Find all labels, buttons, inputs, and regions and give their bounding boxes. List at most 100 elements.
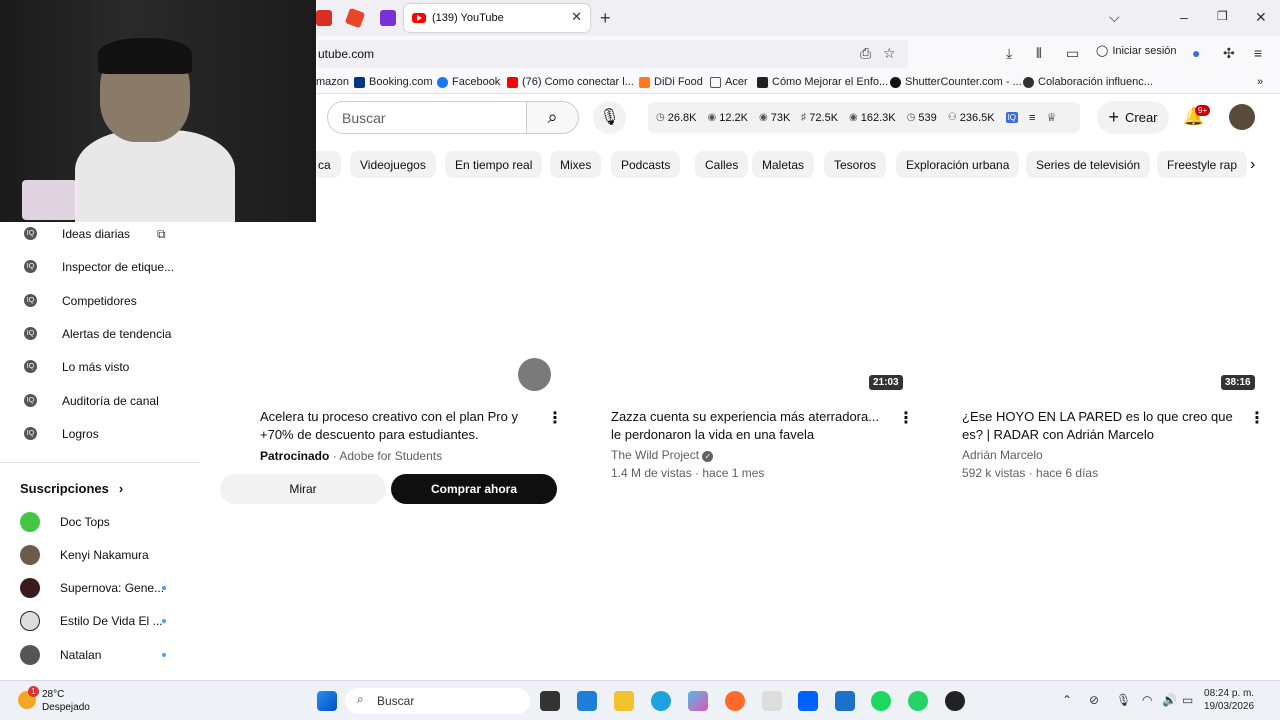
subscription-item[interactable]: Estilo De Vida El ... <box>0 605 200 635</box>
battery-icon[interactable]: ▭ <box>1182 693 1193 707</box>
chip[interactable]: Videojuegos <box>350 151 436 178</box>
sidebar-item-competitors[interactable]: IQ Competidores <box>0 284 200 317</box>
task-view-icon[interactable] <box>540 691 560 711</box>
chip[interactable]: En tiempo real <box>445 151 543 178</box>
spotify-icon[interactable] <box>871 691 891 711</box>
dropbox-icon[interactable] <box>798 691 818 711</box>
bookmark-booking[interactable]: Booking.com <box>354 76 433 88</box>
maximize-button[interactable]: ❐ <box>1217 9 1228 23</box>
sidebar-item-inspector[interactable]: IQ Inspector de etique... <box>0 250 200 283</box>
chip[interactable]: Freestyle rap <box>1157 151 1248 178</box>
chip[interactable]: Mixes <box>550 151 602 178</box>
video-meta: 592 k vistas · hace 6 días <box>962 466 1099 480</box>
bookmark-amazon[interactable]: mazon <box>316 76 349 88</box>
taskbar-search[interactable]: ⌕ Buscar <box>345 688 530 714</box>
create-button[interactable]: + Crear <box>1097 101 1169 134</box>
chip[interactable]: Podcasts <box>611 151 681 178</box>
whatsapp-icon[interactable] <box>908 691 928 711</box>
advertiser-name[interactable]: · Adobe for Students <box>333 449 442 463</box>
more-options-icon[interactable]: ⋮ <box>898 408 914 428</box>
new-tab-button[interactable]: + <box>600 8 611 29</box>
video-title[interactable]: ¿Ese HOYO EN LA PARED es lo que creo que… <box>962 408 1247 444</box>
sign-in-button[interactable]: ◯ Iniciar sesión <box>1096 44 1177 58</box>
bookmark-star-icon[interactable]: ☆ <box>883 45 896 62</box>
more-bookmarks-icon[interactable]: » <box>1257 76 1263 88</box>
gmail-pinned-tab[interactable] <box>316 10 332 26</box>
sidebar-item-achievements[interactable]: IQ Logros <box>0 417 200 450</box>
sidebar-icon[interactable]: ▭ <box>1066 45 1079 62</box>
downloads-icon[interactable]: ⤓ <box>1006 45 1012 62</box>
bookmark-colaboracion[interactable]: Colaboración influenc... <box>1023 76 1153 88</box>
minimize-button[interactable]: – <box>1180 9 1188 25</box>
chip[interactable]: Maletas <box>752 151 815 178</box>
window-close-button[interactable]: ✕ <box>1255 9 1267 26</box>
search-button[interactable]: ⌕ <box>527 101 579 134</box>
sidebar-item-channel-audit[interactable]: IQ Auditoría de canal <box>0 384 200 417</box>
subscription-item[interactable]: Kenyi Nakamura <box>0 539 200 569</box>
chip[interactable]: Series de televisión <box>1026 151 1151 178</box>
subscription-item[interactable]: Doc Tops <box>0 506 200 536</box>
sidebar-item-trend-alerts[interactable]: IQ Alertas de tendencia <box>0 317 200 350</box>
chip[interactable]: ca <box>316 151 341 178</box>
file-explorer-icon[interactable] <box>614 691 634 711</box>
tab-youtube[interactable]: (139) YouTube ✕ <box>404 4 590 32</box>
menu-icon[interactable]: ≡ <box>1254 45 1262 61</box>
bookmark-facebook[interactable]: Facebook <box>437 76 500 88</box>
amazon-icon[interactable] <box>762 691 782 711</box>
pinned-tab[interactable] <box>344 7 366 29</box>
windows-start-icon[interactable] <box>317 691 337 711</box>
bookmark-shuttercounter[interactable]: ShutterCounter.com - ... <box>890 76 1022 88</box>
youtube-icon <box>412 13 426 23</box>
stat-item: ◉ 73K <box>759 112 790 124</box>
bookmark-acer[interactable]: Acer <box>710 76 748 88</box>
buy-now-button[interactable]: Comprar ahora <box>391 474 557 504</box>
close-tab-icon[interactable]: ✕ <box>571 9 582 25</box>
search-input[interactable]: Buscar <box>327 101 527 134</box>
extension-icon[interactable]: IQ <box>1005 112 1019 123</box>
reader-icon[interactable]: ⎙ <box>860 45 871 62</box>
more-options-icon[interactable]: ⋮ <box>547 408 563 428</box>
sidebar-item-most-viewed[interactable]: IQ Lo más visto <box>0 350 200 383</box>
chevron-right-icon[interactable]: › <box>1250 156 1255 174</box>
url-bar[interactable]: utube.com <box>318 40 908 68</box>
more-options-icon[interactable]: ⋮ <box>1249 408 1265 428</box>
subscription-item[interactable]: Natalan <box>0 639 200 669</box>
pinned-tab[interactable] <box>380 10 396 26</box>
trophy-icon[interactable]: ♕ <box>1046 111 1056 124</box>
edge-icon[interactable] <box>651 691 671 711</box>
extension-icon[interactable]: ● <box>1192 45 1200 61</box>
site-icon <box>757 76 768 88</box>
bookmark-didi[interactable]: DiDi Food <box>639 76 703 88</box>
channel-name[interactable]: The Wild Project ✓ <box>611 448 714 462</box>
tab-list-icon[interactable]: ⌵ <box>1109 9 1120 26</box>
clock-icon: ◷ <box>656 112 665 123</box>
chip[interactable]: Tesoros <box>824 151 887 178</box>
store-icon[interactable] <box>577 691 597 711</box>
microphone-icon[interactable]: 🎙 <box>1116 693 1131 707</box>
video-title[interactable]: Zazza cuenta su experiencia más aterrado… <box>611 408 896 444</box>
clock[interactable]: 08:24 p. m. 19/03/2026 <box>1204 687 1254 713</box>
wifi-icon[interactable]: ◠ <box>1142 693 1152 707</box>
bookmark-enfoque[interactable]: Cómo Mejorar el Enfo... <box>757 76 888 88</box>
notifications-off-icon[interactable]: ⊘ <box>1089 693 1099 707</box>
ad-title[interactable]: Acelera tu proceso creativo con el plan … <box>260 408 540 444</box>
subscription-item[interactable]: Supernova: Gene... <box>0 572 200 602</box>
chevron-up-icon[interactable]: ⌃ <box>1062 693 1072 707</box>
firefox-icon[interactable] <box>725 691 745 711</box>
bookmark-youtube[interactable]: (76) Como conectar l... <box>507 76 634 88</box>
user-avatar[interactable] <box>1229 104 1255 130</box>
chip[interactable]: Calles <box>695 151 749 178</box>
watch-button[interactable]: Mirar <box>220 474 386 504</box>
channel-name[interactable]: Adrián Marcelo <box>962 448 1043 462</box>
chip[interactable]: Exploración urbana <box>896 151 1020 178</box>
extensions-icon[interactable]: ✣ <box>1223 45 1235 62</box>
volume-icon[interactable]: 🔊 <box>1162 693 1177 707</box>
outlook-icon[interactable] <box>835 691 855 711</box>
library-icon[interactable]: ⫴ <box>1036 45 1042 62</box>
voice-search-button[interactable]: 🎙 <box>593 101 626 134</box>
list-icon[interactable]: ≡ <box>1029 112 1035 124</box>
sidebar-item-ideas[interactable]: IQ Ideas diarias <box>0 217 200 250</box>
obs-icon[interactable] <box>945 691 965 711</box>
subscriptions-header[interactable]: Suscripciones › <box>20 481 123 496</box>
copilot-icon[interactable] <box>688 691 708 711</box>
